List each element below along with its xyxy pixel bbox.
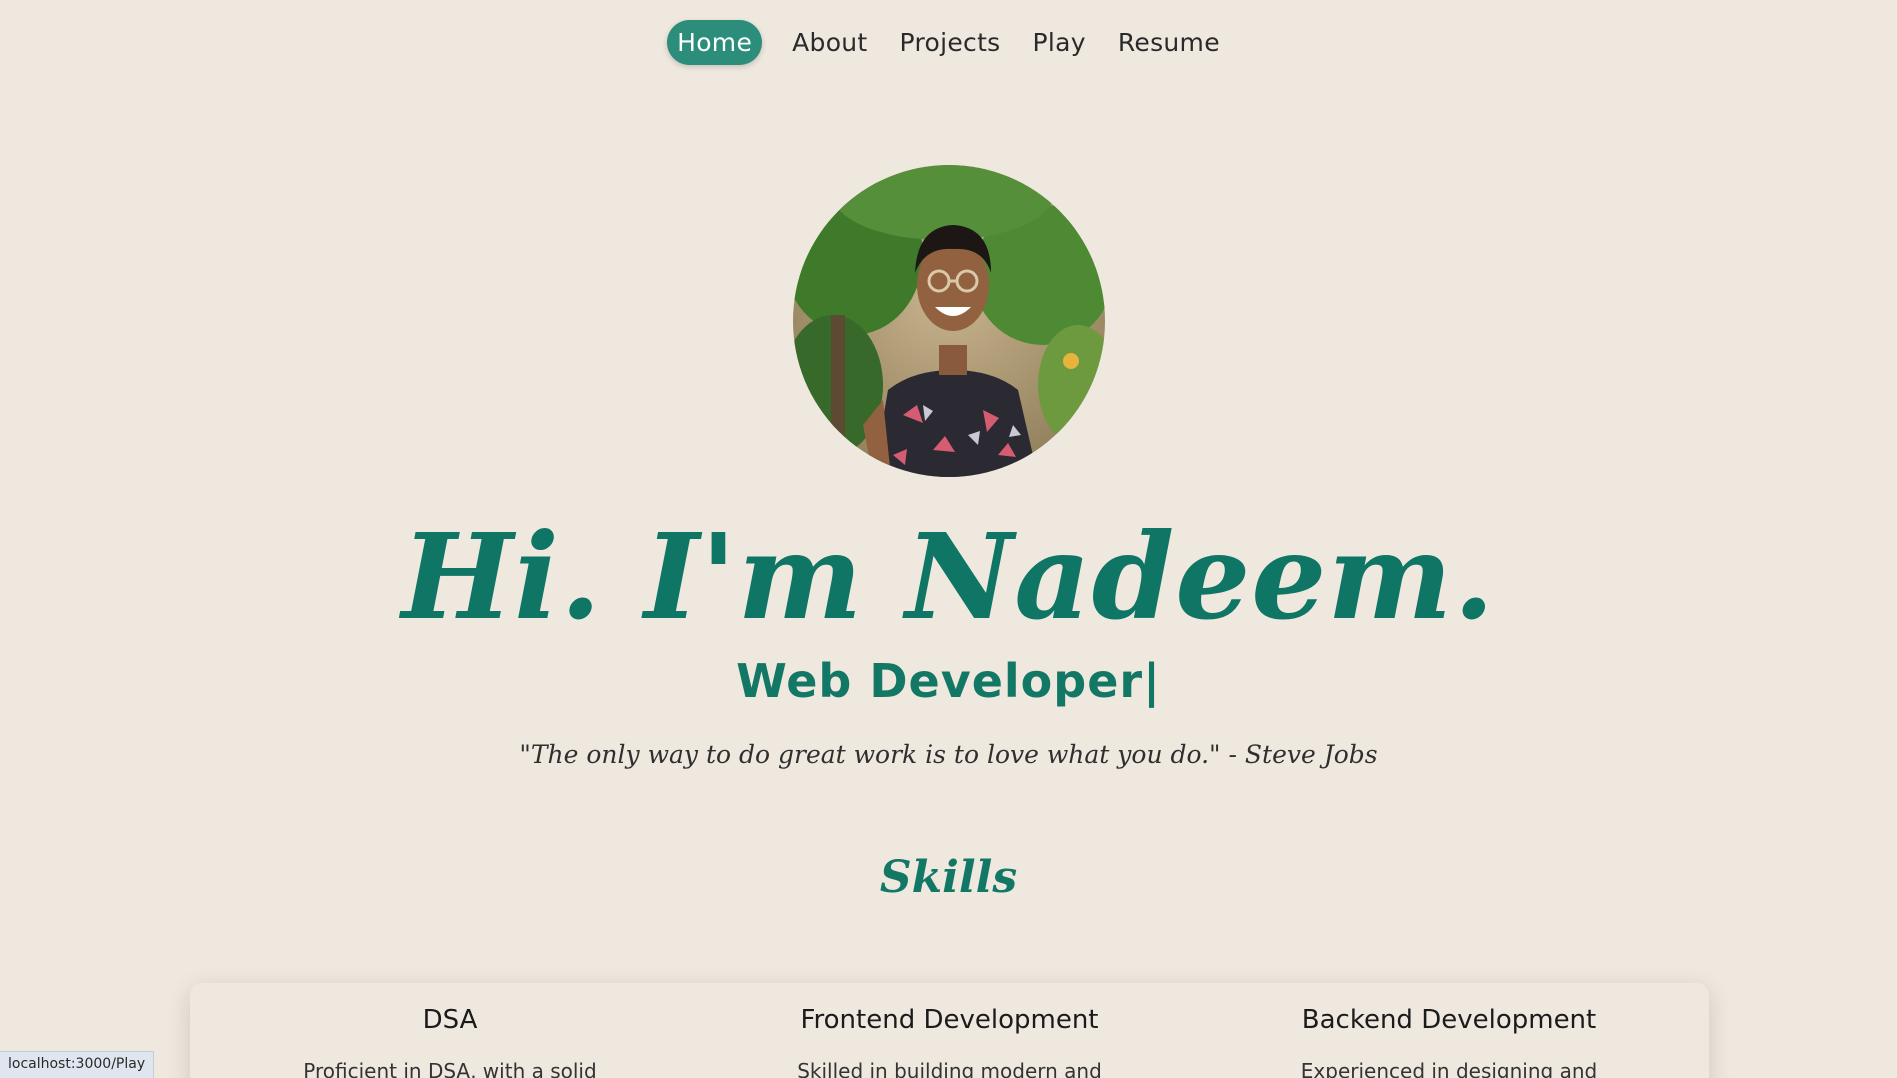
nav-projects[interactable]: Projects [890, 20, 1011, 65]
hero-quote: "The only way to do great work is to lov… [519, 740, 1378, 769]
profile-photo [793, 165, 1105, 477]
skill-dsa: DSA Proficient in DSA, with a solid [230, 1005, 670, 1078]
nav-play[interactable]: Play [1023, 20, 1096, 65]
nav-about[interactable]: About [782, 20, 877, 65]
skills-card: DSA Proficient in DSA, with a solid Fron… [190, 983, 1709, 1078]
hero-title: Hi. I'm Nadeem. [401, 507, 1496, 646]
hero-role: Web Developer| [736, 654, 1161, 708]
nav-resume[interactable]: Resume [1108, 20, 1230, 65]
skill-title: Backend Development [1301, 1005, 1597, 1035]
skill-description: Proficient in DSA, with a solid [303, 1059, 597, 1078]
skill-description: Skilled in building modern and [797, 1059, 1102, 1078]
nav-home[interactable]: Home [667, 20, 763, 65]
skill-description: Experienced in designing and [1300, 1059, 1598, 1078]
skill-frontend: Frontend Development Skilled in building… [730, 1005, 1170, 1078]
skill-title: DSA [422, 1005, 478, 1035]
skill-backend: Backend Development Experienced in desig… [1229, 1005, 1669, 1078]
status-bar-url: localhost:3000/Play [0, 1051, 155, 1078]
skills-heading: Skills [879, 852, 1018, 903]
main-nav: Home About Projects Play Resume [0, 20, 1897, 65]
skill-title: Frontend Development [800, 1005, 1099, 1035]
